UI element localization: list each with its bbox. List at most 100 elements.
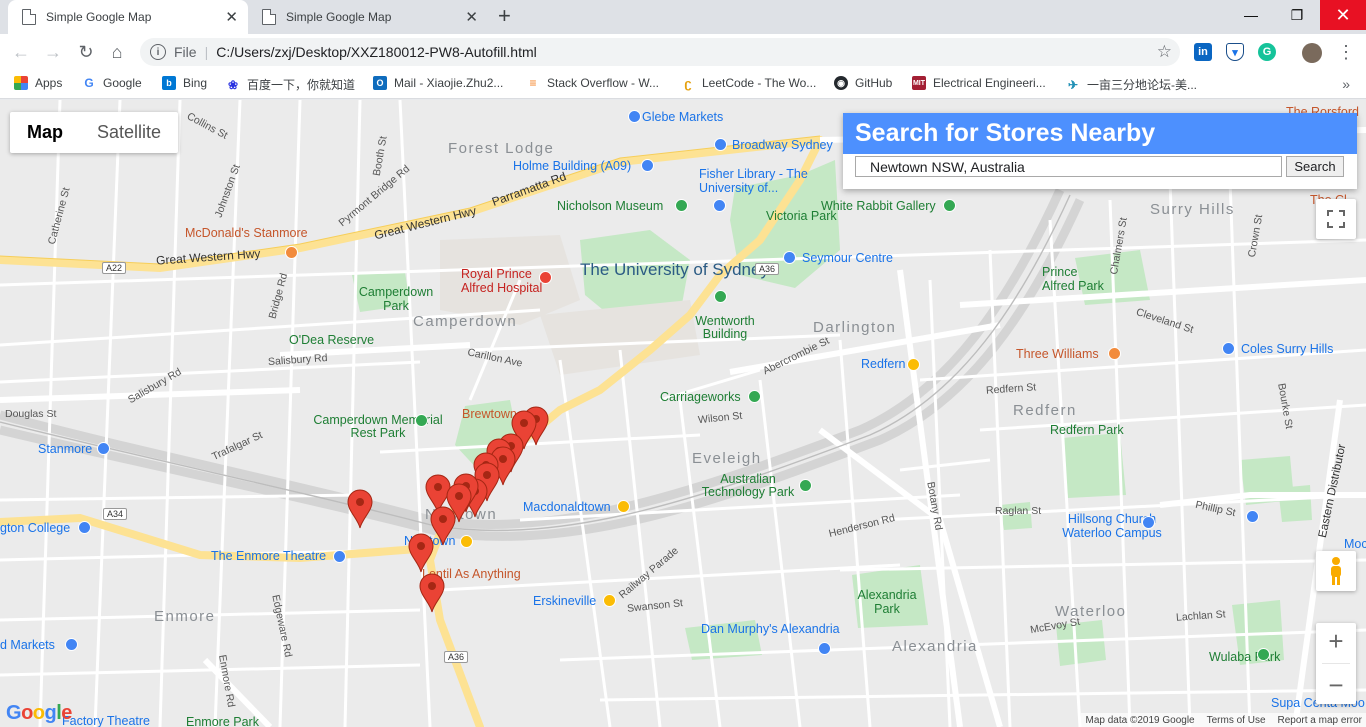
poi-dot-icon[interactable] — [1142, 516, 1155, 529]
poi-dot-icon[interactable] — [1222, 342, 1235, 355]
tab-inactive[interactable]: Simple Google Map ✕ — [248, 0, 488, 34]
bookmark-ee[interactable]: MIT Electrical Engineeri... — [912, 76, 1046, 90]
map-type-satellite-button[interactable]: Satellite — [80, 112, 178, 153]
home-icon[interactable]: ⌂ — [105, 40, 129, 64]
poi-dot-icon[interactable] — [675, 199, 688, 212]
bookmarks-overflow-icon[interactable]: » — [1342, 76, 1350, 92]
poi-dot-icon[interactable] — [285, 246, 298, 259]
bookmark-stackoverflow[interactable]: ≡ Stack Overflow - W... — [526, 76, 659, 90]
bookmark-github[interactable]: ◉ GitHub — [834, 76, 892, 90]
poi-dot-icon[interactable] — [799, 479, 812, 492]
poi-label[interactable]: Nicholson Museum — [557, 199, 663, 213]
info-icon[interactable]: i — [150, 44, 166, 60]
tab-close-icon[interactable]: ✕ — [465, 8, 478, 26]
poi-label[interactable]: Coles Surry Hills — [1241, 342, 1333, 356]
poi-dot-icon[interactable] — [1246, 510, 1259, 523]
minimize-button[interactable]: — — [1228, 0, 1274, 30]
new-tab-button[interactable]: + — [498, 5, 511, 27]
report-error-link[interactable]: Report a map error — [1278, 715, 1362, 726]
poi-label[interactable]: Factory Theatre — [62, 714, 150, 727]
shield-extension-icon[interactable]: ▾ — [1226, 43, 1244, 61]
bookmark-bing[interactable]: b Bing — [162, 76, 207, 90]
forward-arrow-icon[interactable]: → — [41, 40, 65, 64]
zoom-out-button[interactable]: − — [1328, 670, 1343, 701]
poi-dot-icon[interactable] — [1108, 347, 1121, 360]
poi-dot-icon[interactable] — [617, 500, 630, 513]
poi-label[interactable]: Brewtown — [462, 407, 517, 421]
poi-label[interactable]: Macdonaldtown — [523, 500, 611, 514]
poi-label[interactable]: Australian Technology Park — [693, 473, 803, 499]
poi-label[interactable]: Seymour Centre — [802, 251, 893, 265]
zoom-in-button[interactable]: + — [1328, 626, 1343, 657]
poi-label[interactable]: Dan Murphy's Alexandria — [701, 622, 840, 636]
poi-dot-icon[interactable] — [943, 199, 956, 212]
map-type-map-button[interactable]: Map — [10, 112, 80, 153]
store-marker[interactable] — [347, 489, 373, 529]
poi-dot-icon[interactable] — [713, 199, 726, 212]
poi-label[interactable]: gton College — [0, 521, 70, 535]
poi-dot-icon[interactable] — [460, 535, 473, 548]
poi-label[interactable]: Moc — [1344, 537, 1366, 551]
poi-dot-icon[interactable] — [603, 594, 616, 607]
restore-button[interactable]: ❐ — [1274, 0, 1320, 30]
poi-dot-icon[interactable] — [415, 414, 428, 427]
linkedin-icon[interactable]: in — [1194, 43, 1212, 61]
bookmark-leetcode[interactable]: ʗ LeetCode - The Wo... — [681, 76, 816, 91]
poi-label[interactable]: Prince Alfred Park — [1042, 265, 1112, 293]
bookmark-mail[interactable]: O Mail - Xiaojie.Zhu2... — [373, 76, 503, 90]
reload-icon[interactable]: ↻ — [74, 40, 98, 64]
poi-label[interactable]: Fisher Library - The University of... — [699, 167, 809, 195]
poi-dot-icon[interactable] — [628, 110, 641, 123]
poi-label[interactable]: Glebe Markets — [642, 110, 723, 124]
poi-dot-icon[interactable] — [714, 138, 727, 151]
poi-label[interactable]: Erskineville — [533, 594, 596, 608]
poi-label[interactable]: Enmore Park — [186, 715, 259, 727]
poi-dot-icon[interactable] — [714, 290, 727, 303]
poi-label[interactable]: Three Williams — [1016, 347, 1099, 361]
terms-link[interactable]: Terms of Use — [1207, 715, 1266, 726]
poi-label[interactable]: Alexandria Park — [855, 588, 919, 616]
poi-label[interactable]: Royal Prince Alfred Hospital — [461, 267, 551, 295]
store-marker[interactable] — [419, 573, 445, 613]
bookmark-forum[interactable]: ✈ 一亩三分地论坛-美... — [1066, 76, 1197, 93]
poi-dot-icon[interactable] — [641, 159, 654, 172]
location-search-input[interactable] — [855, 156, 1282, 177]
poi-label[interactable]: White Rabbit Gallery — [821, 199, 936, 213]
poi-label[interactable]: Stanmore — [38, 442, 92, 456]
bookmark-baidu[interactable]: ❀ 百度一下，你就知道 — [226, 76, 355, 93]
menu-kebab-icon[interactable]: ⋮ — [1334, 40, 1358, 64]
poi-label[interactable]: Camperdown Park — [351, 285, 441, 313]
poi-label[interactable]: Redfern — [861, 357, 905, 371]
poi-label[interactable]: McDonald's Stanmore — [185, 226, 308, 240]
poi-dot-icon[interactable] — [818, 642, 831, 655]
poi-label[interactable]: O'Dea Reserve — [289, 333, 374, 347]
poi-label[interactable]: Holme Building (A09) — [513, 159, 631, 173]
poi-label[interactable]: Wentworth Building — [690, 315, 760, 341]
address-bar[interactable]: i File | C:/Users/zxj/Desktop/XXZ180012-… — [140, 38, 1180, 66]
tab-close-icon[interactable]: ✕ — [225, 8, 238, 26]
poi-label[interactable]: Redfern Park — [1050, 423, 1124, 437]
bookmark-apps[interactable]: Apps — [14, 76, 62, 90]
poi-label[interactable]: The Enmore Theatre — [211, 549, 326, 563]
pegman-icon[interactable] — [1316, 551, 1356, 591]
avatar[interactable] — [1302, 43, 1322, 63]
poi-dot-icon[interactable] — [907, 358, 920, 371]
poi-label[interactable]: d Markets — [0, 638, 55, 652]
store-marker[interactable] — [408, 533, 434, 573]
search-button[interactable]: Search — [1286, 156, 1344, 177]
poi-label[interactable]: Broadway Sydney — [732, 138, 833, 152]
poi-dot-icon[interactable] — [65, 638, 78, 651]
poi-dot-icon[interactable] — [539, 271, 552, 284]
poi-dot-icon[interactable] — [333, 550, 346, 563]
poi-dot-icon[interactable] — [1257, 648, 1270, 661]
poi-dot-icon[interactable] — [748, 390, 761, 403]
bookmark-star-icon[interactable]: ☆ — [1157, 42, 1172, 62]
google-map[interactable]: Forest Lodge Camperdown Darlington Evele… — [0, 100, 1366, 727]
tab-active[interactable]: Simple Google Map ✕ — [8, 0, 248, 34]
fullscreen-icon[interactable] — [1316, 199, 1356, 239]
poi-label[interactable]: Carriageworks — [660, 390, 741, 404]
poi-dot-icon[interactable] — [78, 521, 91, 534]
poi-dot-icon[interactable] — [783, 251, 796, 264]
grammarly-icon[interactable]: G — [1258, 43, 1276, 61]
bookmark-google[interactable]: G Google — [82, 76, 141, 90]
